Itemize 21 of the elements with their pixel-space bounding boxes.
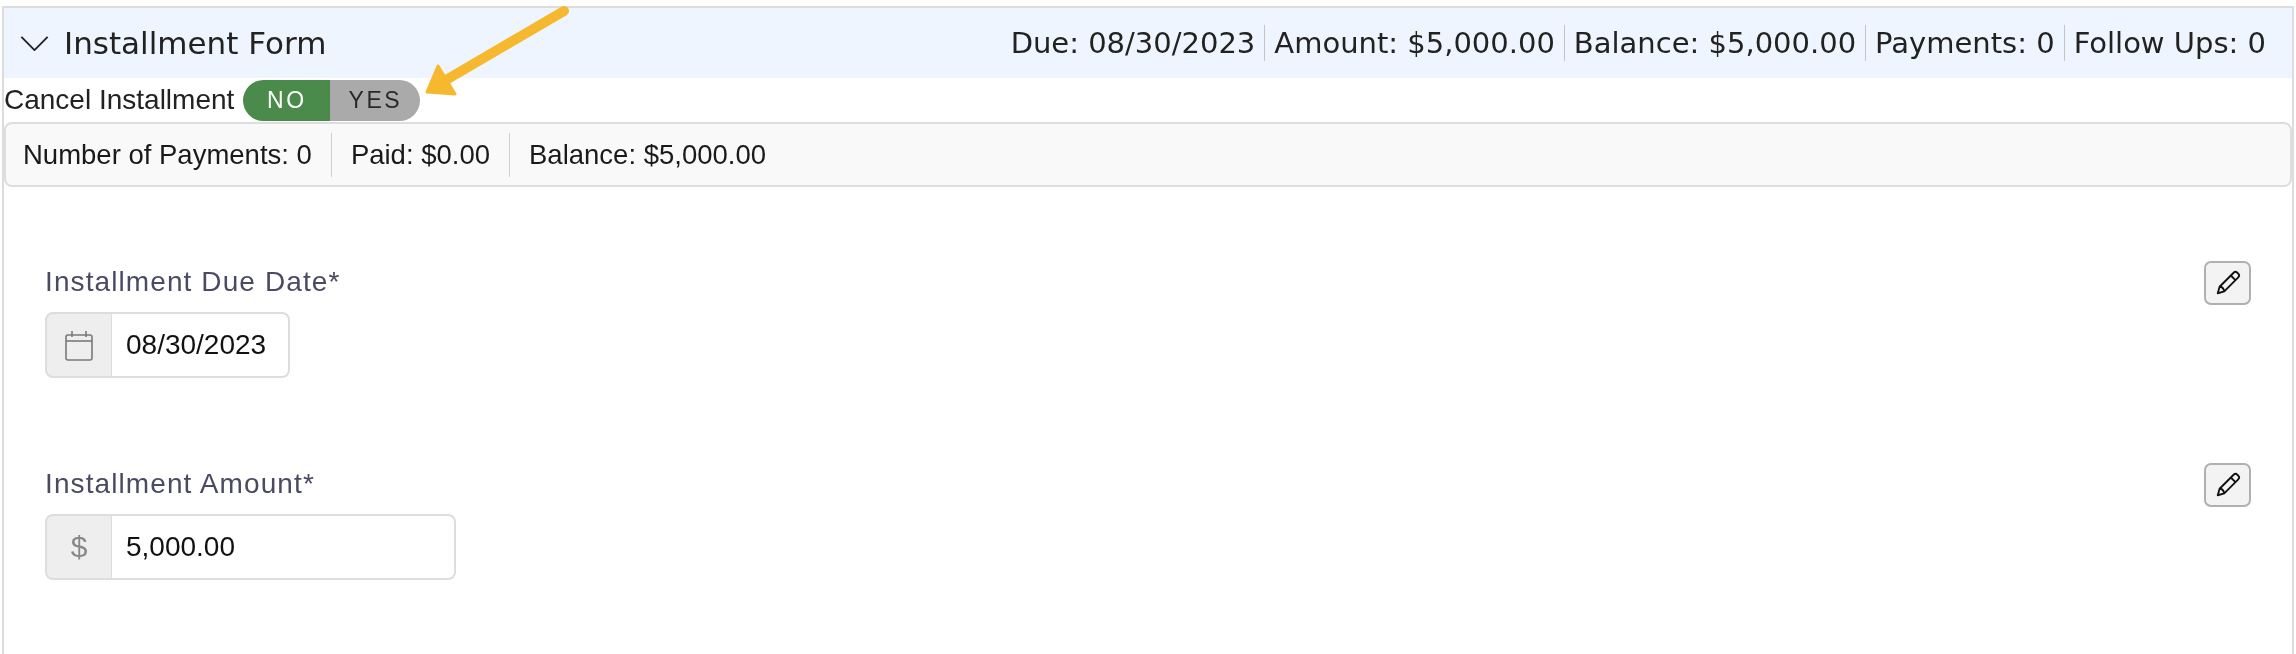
stat-text: Number of Payments: 0 bbox=[23, 138, 312, 171]
toggle-option[interactable]: YES bbox=[330, 79, 421, 121]
field-label: Installment Amount* bbox=[45, 467, 316, 501]
panel-title: Installment Form bbox=[64, 25, 327, 61]
date-field[interactable]: 08/30/2023 bbox=[112, 312, 290, 378]
calendar-icon bbox=[65, 329, 93, 361]
chevron-down-icon[interactable] bbox=[20, 35, 49, 51]
amount-field[interactable]: 5,000.00 bbox=[112, 514, 456, 580]
toggle-option[interactable]: NO bbox=[243, 79, 331, 121]
toggle-label: Cancel Installment bbox=[4, 84, 235, 116]
summary-item: Amount: $5,000.00 bbox=[1274, 26, 1555, 60]
edit-button[interactable] bbox=[2204, 463, 2251, 507]
summary-item: Payments: 0 bbox=[1875, 26, 2055, 60]
edit-button[interactable] bbox=[2204, 261, 2251, 305]
field-label: Installment Due Date* bbox=[45, 265, 341, 299]
summary-item: Due: 08/30/2023 bbox=[1010, 26, 1256, 60]
currency-addon: $ bbox=[45, 514, 112, 580]
stat-text: Paid: $0.00 bbox=[350, 138, 490, 171]
stat-text: Balance: $5,000.00 bbox=[529, 138, 766, 171]
summary-item: Balance: $5,000.00 bbox=[1573, 26, 1857, 60]
summary-item: Follow Ups: 0 bbox=[2073, 26, 2266, 60]
